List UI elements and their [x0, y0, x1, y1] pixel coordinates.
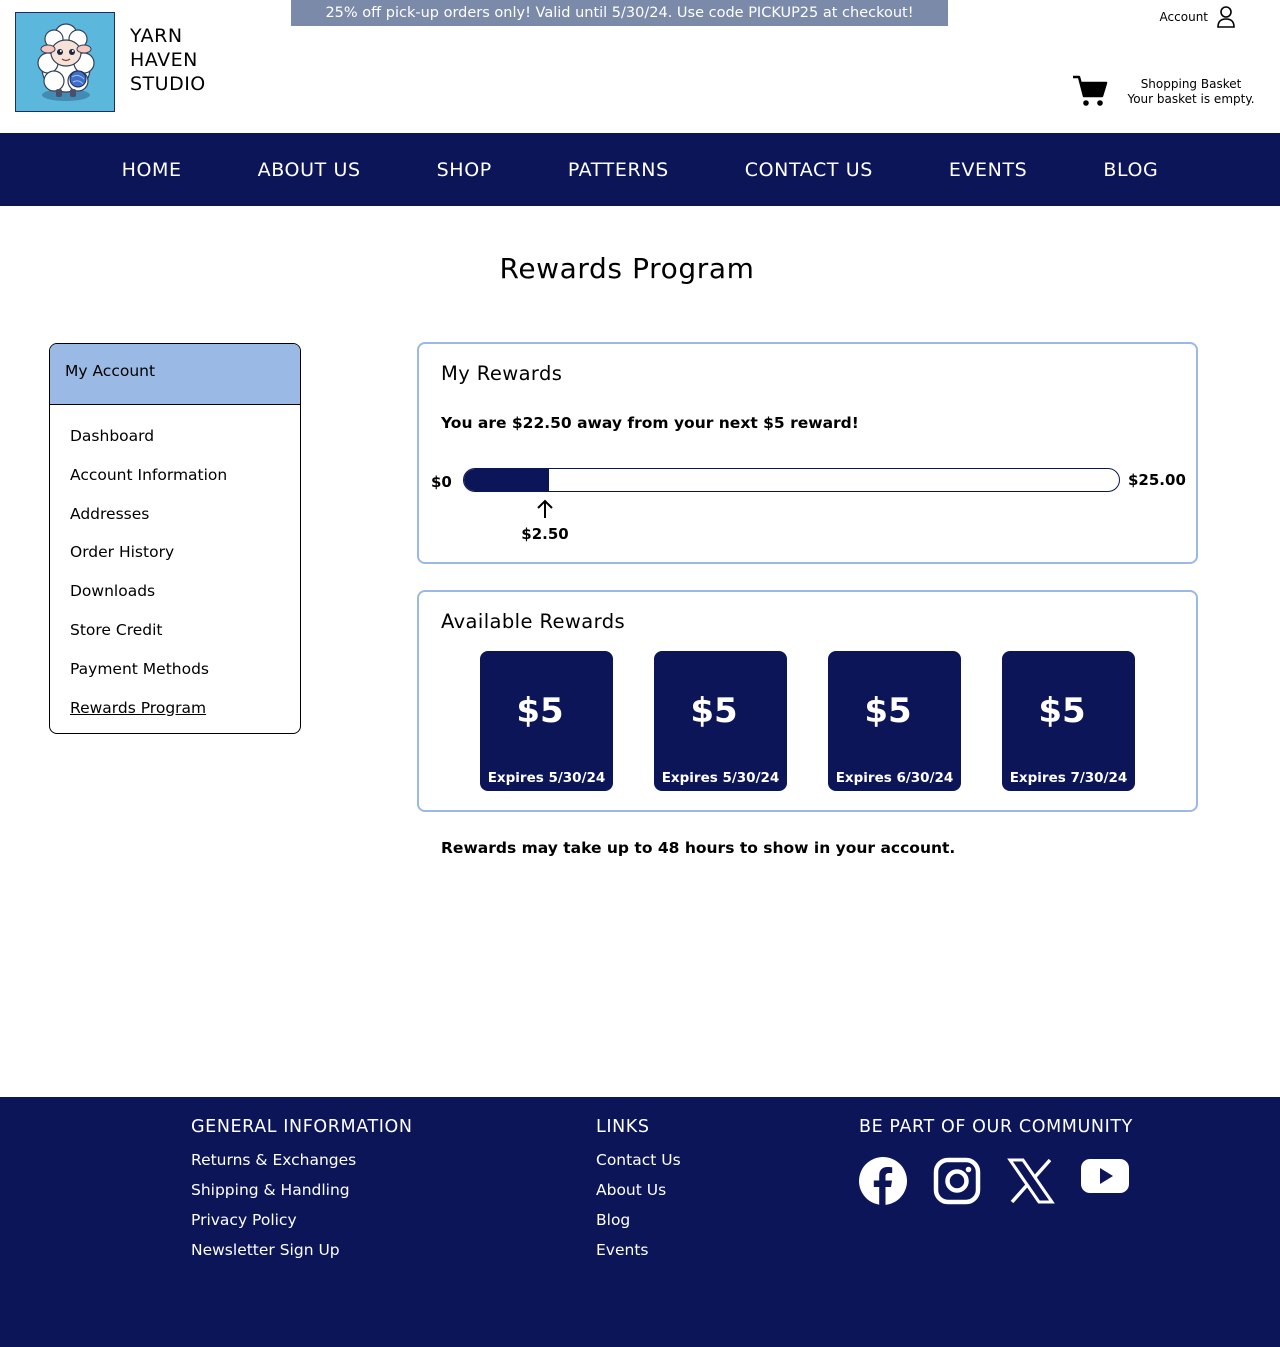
- footer-general: GENERAL INFORMATION Returns & Exchanges …: [191, 1117, 413, 1271]
- reward-progress-message: You are $22.50 away from your next $5 re…: [441, 414, 859, 432]
- nav-shop[interactable]: SHOP: [399, 159, 530, 181]
- footer-link-about[interactable]: About Us: [596, 1181, 681, 1211]
- cart-icon[interactable]: [1072, 74, 1108, 108]
- instagram-icon[interactable]: [933, 1157, 981, 1205]
- reward-progress-fill: [464, 469, 550, 491]
- sidebar-item-label: Payment Methods: [70, 659, 209, 678]
- reward-expiry: Expires 7/30/24: [1009, 770, 1128, 786]
- brand-name[interactable]: YARN HAVEN STUDIO: [130, 24, 206, 96]
- reward-expiry: Expires 6/30/24: [835, 770, 954, 786]
- nav-home[interactable]: HOME: [84, 159, 220, 181]
- nav-about-us[interactable]: ABOUT US: [220, 159, 399, 181]
- user-icon: [1217, 6, 1235, 28]
- nav-contact-us[interactable]: CONTACT US: [707, 159, 911, 181]
- footer-heading: LINKS: [596, 1117, 650, 1137]
- sidebar-title: My Account: [50, 344, 300, 405]
- basket-status: Your basket is empty.: [1127, 92, 1255, 106]
- brand-line: HAVEN: [130, 49, 198, 71]
- reward-amount: $5: [690, 691, 738, 731]
- basket-summary[interactable]: Shopping Basket Your basket is empty.: [1116, 77, 1266, 107]
- footer-link-contact[interactable]: Contact Us: [596, 1151, 681, 1181]
- social-links: [859, 1157, 1133, 1205]
- footer-link-privacy[interactable]: Privacy Policy: [191, 1211, 413, 1241]
- account-label: Account: [1159, 10, 1208, 24]
- footer-link-returns[interactable]: Returns & Exchanges: [191, 1151, 413, 1181]
- nav-blog[interactable]: BLOG: [1065, 159, 1196, 181]
- footer-heading: BE PART OF OUR COMMUNITY: [859, 1117, 1133, 1137]
- youtube-icon[interactable]: [1081, 1157, 1129, 1205]
- sidebar-item-payment-methods[interactable]: Payment Methods: [70, 659, 280, 698]
- rewards-note: Rewards may take up to 48 hours to show …: [441, 839, 956, 857]
- my-rewards-panel: My Rewards You are $22.50 away from your…: [417, 342, 1198, 564]
- account-link[interactable]: Account: [1160, 6, 1236, 28]
- sidebar-item-account-information[interactable]: Account Information: [70, 465, 280, 504]
- nav-patterns[interactable]: PATTERNS: [530, 159, 707, 181]
- basket-title: Shopping Basket: [1140, 77, 1242, 91]
- sidebar-item-downloads[interactable]: Downloads: [70, 581, 280, 620]
- sidebar-item-label: Store Credit: [70, 620, 163, 639]
- reward-card[interactable]: $5 Expires 7/30/24: [1002, 651, 1135, 791]
- reward-progress-bar: [463, 468, 1120, 492]
- sidebar-item-label: Addresses: [70, 504, 150, 523]
- reward-cards: $5 Expires 5/30/24 $5 Expires 5/30/24 $5…: [480, 651, 1135, 791]
- account-sidebar: My Account Dashboard Account Information…: [49, 343, 301, 734]
- main-nav: HOME ABOUT US SHOP PATTERNS CONTACT US E…: [0, 133, 1280, 206]
- sidebar-menu: Dashboard Account Information Addresses …: [50, 405, 300, 733]
- footer-link-events[interactable]: Events: [596, 1241, 681, 1271]
- brand-line: YARN: [130, 25, 183, 47]
- footer-link-blog[interactable]: Blog: [596, 1211, 681, 1241]
- sidebar-item-label: Dashboard: [70, 427, 155, 445]
- reward-card[interactable]: $5 Expires 5/30/24: [654, 651, 787, 791]
- footer-link-shipping[interactable]: Shipping & Handling: [191, 1181, 413, 1211]
- footer-link-newsletter[interactable]: Newsletter Sign Up: [191, 1241, 413, 1271]
- reward-card[interactable]: $5 Expires 6/30/24: [828, 651, 961, 791]
- page-title: Rewards Program: [499, 252, 755, 285]
- reward-amount: $5: [1038, 691, 1086, 731]
- sidebar-item-label: Rewards Program: [70, 698, 207, 717]
- progress-start-label: $0: [431, 473, 452, 491]
- logo[interactable]: [15, 12, 115, 112]
- sidebar-item-label: Downloads: [70, 582, 156, 601]
- reward-card[interactable]: $5 Expires 5/30/24: [480, 651, 613, 791]
- reward-amount: $5: [864, 691, 912, 731]
- facebook-icon[interactable]: [859, 1157, 907, 1205]
- available-rewards-title: Available Rewards: [441, 610, 626, 633]
- footer-links: LINKS Contact Us About Us Blog Events: [596, 1117, 681, 1271]
- x-icon[interactable]: [1007, 1157, 1055, 1205]
- sidebar-item-addresses[interactable]: Addresses: [70, 504, 280, 543]
- promo-banner: 25% off pick-up orders only! Valid until…: [291, 0, 948, 26]
- reward-expiry: Expires 5/30/24: [661, 770, 780, 786]
- brand-line: STUDIO: [130, 73, 206, 95]
- arrow-up-icon: [537, 499, 553, 518]
- sidebar-item-label: Order History: [70, 543, 175, 562]
- sheep-logo-icon: [37, 23, 95, 101]
- sidebar-item-order-history[interactable]: Order History: [70, 542, 280, 581]
- footer-community: BE PART OF OUR COMMUNITY: [859, 1117, 1133, 1205]
- sidebar-item-rewards-program[interactable]: Rewards Program: [70, 698, 280, 733]
- available-rewards-panel: Available Rewards $5 Expires 5/30/24 $5 …: [417, 590, 1198, 812]
- sidebar-item-label: Account Information: [70, 465, 228, 484]
- reward-expiry: Expires 5/30/24: [487, 770, 606, 786]
- my-rewards-title: My Rewards: [441, 362, 563, 385]
- sidebar-item-dashboard[interactable]: Dashboard: [70, 426, 280, 465]
- progress-current-label: $2.50: [521, 525, 569, 543]
- reward-amount: $5: [516, 691, 564, 731]
- sidebar-item-store-credit[interactable]: Store Credit: [70, 620, 280, 659]
- footer-heading: GENERAL INFORMATION: [191, 1117, 413, 1137]
- nav-events[interactable]: EVENTS: [911, 159, 1066, 181]
- progress-end-label: $25.00: [1128, 471, 1186, 489]
- site-footer: GENERAL INFORMATION Returns & Exchanges …: [0, 1097, 1280, 1347]
